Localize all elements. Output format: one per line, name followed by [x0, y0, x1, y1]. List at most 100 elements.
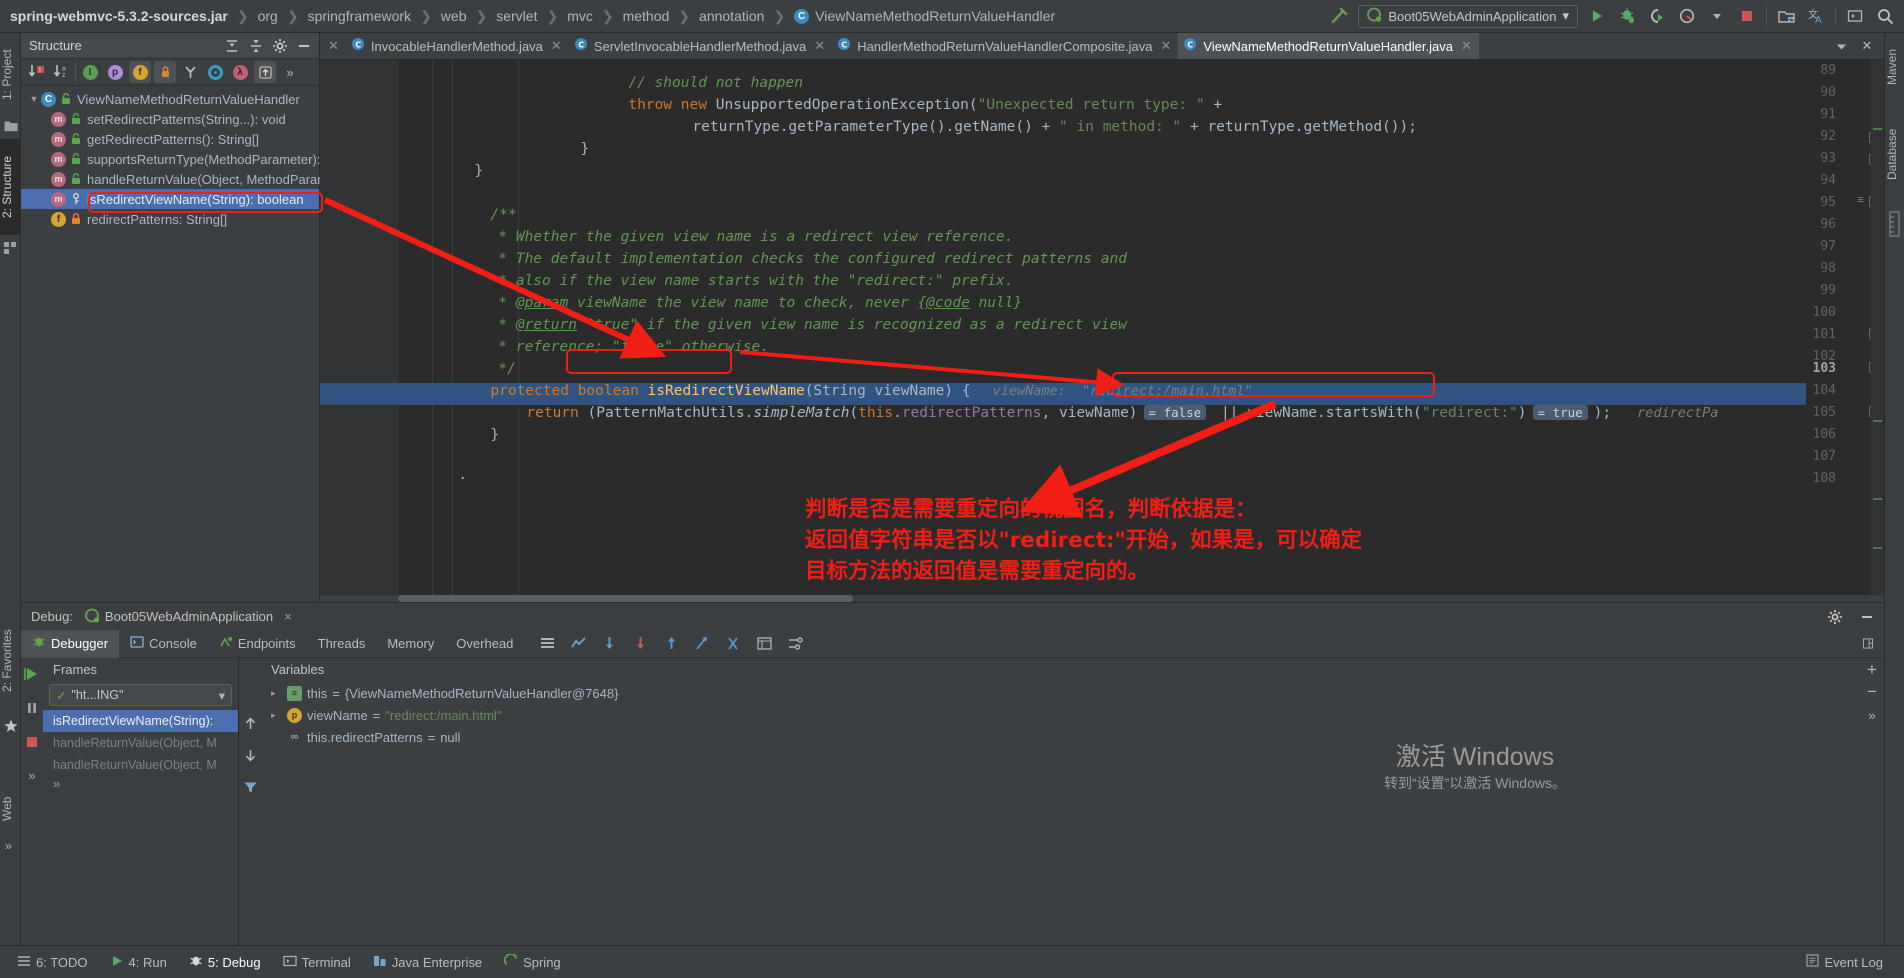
statusbar-item-debug[interactable]: 5: Debug [178, 954, 272, 971]
tree-item-method-handleReturnValue[interactable]: m handleReturnValue(Object, MethodParame… [21, 169, 654, 189]
show-fields-icon[interactable]: f [129, 61, 151, 83]
close-icon[interactable]: × [284, 609, 292, 624]
breadcrumb-item-mvc[interactable]: mvc [567, 8, 593, 24]
debug-session-tab[interactable]: Boot05WebAdminApplication × [85, 608, 292, 626]
sidebar-item-maven[interactable]: Maven [1885, 37, 1904, 97]
chart-icon[interactable] [567, 633, 589, 655]
statusbar-item-todo[interactable]: 6: TODO [6, 954, 99, 971]
tab-InvocableHandlerMethod[interactable]: C InvocableHandlerMethod.java ✕ [346, 33, 569, 59]
debug-inlay-false[interactable]: = false [1143, 405, 1207, 420]
editor-vertical-scrollbar[interactable] [1871, 60, 1884, 595]
run-to-cursor-icon[interactable] [691, 633, 713, 655]
breadcrumb-item-annotation[interactable]: annotation [699, 8, 764, 24]
modules-icon[interactable] [4, 241, 18, 258]
sort-alphabetically-icon[interactable]: az [50, 61, 72, 83]
show-inherited-icon[interactable]: I [79, 61, 101, 83]
tree-item-method-isRedirectViewName[interactable]: m isRedirectViewName(String): boolean [21, 189, 319, 209]
close-icon[interactable]: ✕ [551, 38, 562, 54]
statusbar-item-event-log[interactable]: Event Log [1795, 954, 1894, 970]
autoscroll-icon[interactable] [254, 61, 276, 83]
editor-horizontal-scrollbar[interactable] [398, 595, 853, 602]
statusbar-item-java-enterprise[interactable]: Java Enterprise [362, 954, 493, 971]
expand-arrow-icon[interactable]: ▸ [271, 688, 282, 699]
tab-HandlerMethodReturnValueHandlerComposite[interactable]: C HandlerMethodReturnValueHandlerComposi… [832, 33, 1178, 59]
chevron-down-icon[interactable] [1830, 35, 1852, 57]
show-anonymous-icon[interactable] [204, 61, 226, 83]
tab-overhead[interactable]: Overhead [445, 630, 524, 658]
variable-row-redirectPatterns[interactable]: ∞ this.redirectPatterns = null [261, 726, 1884, 748]
variable-row-viewName[interactable]: ▸ p viewName = "redirect:/main.html" [261, 704, 1884, 726]
statusbar-item-terminal[interactable]: Terminal [272, 954, 362, 971]
show-properties-icon[interactable]: p [104, 61, 126, 83]
frame-row[interactable]: isRedirectViewName(String): [43, 710, 238, 732]
breadcrumb-item-servlet[interactable]: servlet [496, 8, 537, 24]
run-configuration-selector[interactable]: Boot05WebAdminApplication ▾ [1358, 4, 1578, 28]
sort-by-visibility-icon[interactable]: ! [25, 61, 47, 83]
down-icon[interactable] [243, 748, 258, 766]
settings-gear-icon[interactable] [1824, 606, 1846, 628]
step-out-icon[interactable] [660, 633, 682, 655]
tab-ServletInvocableHandlerMethod[interactable]: C ServletInvocableHandlerMethod.java ✕ [569, 33, 832, 59]
run-icon[interactable] [1586, 5, 1608, 27]
variable-row-this[interactable]: ▸ ≡ this = {ViewNameMethodReturnValueHan… [261, 682, 1884, 704]
tree-item-field-redirectPatterns[interactable]: f redirectPatterns: String[] [21, 209, 319, 229]
remove-icon[interactable]: − [1867, 683, 1877, 700]
breadcrumb-item-jar[interactable]: spring-webmvc-5.3.2-sources.jar [10, 8, 228, 24]
evaluate-icon[interactable] [722, 633, 744, 655]
breadcrumb-item-class[interactable]: ViewNameMethodReturnValueHandler [815, 8, 1055, 24]
filter-icon[interactable] [243, 780, 258, 798]
close-icon[interactable]: ✕ [1161, 38, 1172, 54]
close-icon[interactable]: ✕ [328, 38, 339, 54]
frame-row[interactable]: handleReturnValue(Object, M [43, 754, 238, 776]
close-icon[interactable]: ✕ [814, 38, 825, 54]
show-lambdas-icon[interactable]: λ [229, 61, 251, 83]
step-into-icon[interactable] [598, 633, 620, 655]
sidebar-item-structure[interactable]: 2: Structure [0, 139, 21, 235]
translate-icon[interactable]: 文A [1805, 5, 1827, 27]
thread-selector[interactable]: ✓ "ht...ING" ▾ [49, 684, 232, 706]
expand-all-icon[interactable] [221, 35, 243, 57]
folder-icon[interactable] [4, 119, 18, 136]
debug-attach-icon[interactable] [1646, 5, 1668, 27]
group-by-icon[interactable] [179, 61, 201, 83]
profiler-icon[interactable] [1676, 5, 1698, 27]
resume-icon[interactable] [24, 666, 40, 685]
watches-icon[interactable] [753, 633, 775, 655]
show-non-public-icon[interactable] [154, 61, 176, 83]
tree-item-method-supportsReturnType[interactable]: m supportsReturnType(MethodParameter): b… [21, 149, 370, 169]
close-icon[interactable]: ✕ [1856, 35, 1878, 57]
more-icon[interactable]: » [43, 776, 238, 791]
debug-layout-settings-icon[interactable] [1862, 633, 1884, 655]
statusbar-item-run[interactable]: 4: Run [99, 954, 178, 971]
more-icon[interactable]: » [28, 768, 35, 783]
more-icon[interactable]: » [279, 61, 301, 83]
project-structure-icon[interactable] [1775, 5, 1797, 27]
breadcrumb-item-org[interactable]: org [258, 8, 278, 24]
profiler-dropdown-icon[interactable] [1706, 5, 1728, 27]
breadcrumb-item-method[interactable]: method [623, 8, 670, 24]
tab-memory[interactable]: Memory [376, 630, 445, 658]
more-icon[interactable]: » [5, 839, 12, 853]
tab-close-prefix[interactable]: ✕ [320, 33, 346, 59]
more-icon[interactable]: » [1868, 708, 1875, 723]
frame-row[interactable]: handleReturnValue(Object, M [43, 732, 238, 754]
tab-debugger[interactable]: Debugger [21, 629, 120, 658]
terminal-icon[interactable] [1844, 5, 1866, 27]
force-step-into-icon[interactable] [629, 633, 651, 655]
chevron-down-icon[interactable]: ▼ [27, 94, 41, 104]
tree-item-class[interactable]: ▼ C ViewNameMethodReturnValueHandler [21, 89, 319, 109]
hide-panel-icon[interactable] [293, 35, 315, 57]
chevron-down-icon[interactable]: ▾ [219, 688, 225, 703]
stop-icon[interactable] [24, 734, 40, 753]
sidebar-item-web[interactable]: Web [0, 783, 21, 835]
sidebar-item-favorites[interactable]: 2: Favorites [0, 611, 21, 711]
settings-icon[interactable] [784, 633, 806, 655]
add-icon[interactable]: + [1867, 661, 1877, 678]
tab-endpoints[interactable]: Endpoints [208, 630, 307, 658]
pause-icon[interactable] [24, 700, 40, 719]
editor-gutter[interactable] [320, 60, 398, 595]
tab-threads[interactable]: Threads [307, 630, 377, 658]
breadcrumb-item-web[interactable]: web [441, 8, 467, 24]
build-hammer-icon[interactable] [1328, 5, 1350, 27]
collapse-all-icon[interactable] [245, 35, 267, 57]
